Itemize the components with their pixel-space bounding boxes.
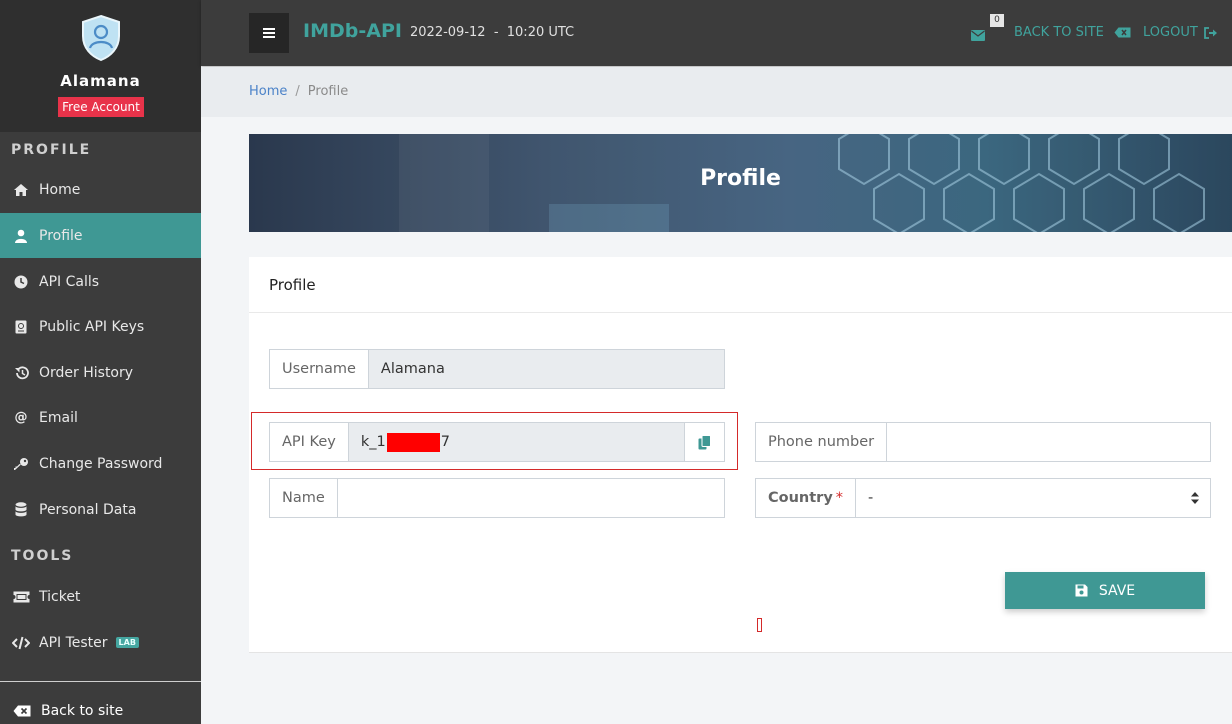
menu-toggle-button[interactable] xyxy=(249,13,289,53)
lab-badge: LAB xyxy=(115,637,139,648)
database-icon xyxy=(12,502,30,518)
phone-input[interactable] xyxy=(887,423,1210,461)
select-arrows-icon[interactable] xyxy=(1180,479,1210,517)
save-icon xyxy=(1075,584,1088,597)
back-to-site-link[interactable]: BACK TO SITE xyxy=(1014,25,1131,40)
sidebar-back-label: Back to site xyxy=(41,703,124,719)
required-asterisk: * xyxy=(835,490,844,506)
hamburger-icon xyxy=(263,28,275,38)
account-type-badge: Free Account xyxy=(58,97,144,117)
sidebar-item-label: Public API Keys xyxy=(39,318,145,335)
back-to-site-label: BACK TO SITE xyxy=(1014,25,1104,40)
copy-button[interactable] xyxy=(684,423,724,461)
sidebar-item-label: Profile xyxy=(39,227,83,244)
sidebar-section-tools: TOOLS xyxy=(11,548,74,564)
name-label: Name xyxy=(270,479,338,517)
backspace-icon xyxy=(1114,27,1131,38)
username-field: Username Alamana xyxy=(269,349,725,389)
key-icon xyxy=(12,456,30,472)
brand-title[interactable]: IMDb-API xyxy=(303,20,402,42)
save-button[interactable]: SAVE xyxy=(1005,572,1205,609)
user-icon xyxy=(12,228,30,244)
sidebar-item-personal-data[interactable]: Personal Data xyxy=(0,487,201,532)
sidebar-item-api-tester[interactable]: API Tester LAB xyxy=(0,620,201,665)
country-label-text: Country xyxy=(768,490,833,506)
sidebar-item-label: Home xyxy=(39,181,81,198)
sign-out-icon xyxy=(1203,26,1218,39)
mail-count-badge: 0 xyxy=(990,14,1004,27)
sidebar-item-ticket[interactable]: Ticket xyxy=(0,574,201,619)
code-icon xyxy=(12,635,30,651)
api-key-input[interactable]: k_1 7 xyxy=(348,423,684,461)
username-input[interactable]: Alamana xyxy=(368,350,724,388)
history-icon xyxy=(12,365,30,381)
country-label: Country * xyxy=(756,479,857,517)
at-icon: @ xyxy=(14,410,28,425)
card-divider xyxy=(249,312,1232,313)
card-title: Profile xyxy=(269,276,316,294)
page-title: Profile xyxy=(700,166,781,191)
sidebar-item-label: API Calls xyxy=(39,273,100,290)
copy-icon xyxy=(698,434,711,449)
server-datetime: 2022-09-12 - 10:20 UTC xyxy=(410,25,575,40)
sidebar-item-label: Ticket xyxy=(39,588,81,605)
username-label: Username xyxy=(270,350,369,388)
logout-link[interactable]: LOGOUT xyxy=(1143,25,1218,40)
logout-label: LOGOUT xyxy=(1143,25,1198,40)
sidebar-item-label: API Tester xyxy=(39,634,108,651)
breadcrumb-current: Profile xyxy=(307,84,349,99)
sidebar: Alamana Free Account PROFILE Home Profil… xyxy=(0,0,201,724)
sidebar-item-email[interactable]: @ Email xyxy=(0,395,201,440)
api-key-suffix: 7 xyxy=(440,434,450,450)
sidebar-item-public-api-keys[interactable]: Public API Keys xyxy=(0,304,201,349)
breadcrumb-separator: / xyxy=(295,84,300,99)
passport-icon xyxy=(12,319,30,335)
country-field: Country * - xyxy=(755,478,1211,518)
top-navbar: IMDb-API 2022-09-12 - 10:20 UTC 0 BACK T… xyxy=(201,0,1232,66)
country-select[interactable]: - xyxy=(856,479,1180,517)
breadcrumb: Home / Profile xyxy=(201,67,1232,117)
sidebar-back-to-site[interactable]: Back to site xyxy=(13,703,123,719)
user-shield-icon xyxy=(82,14,120,62)
sidebar-username: Alamana xyxy=(60,72,141,90)
name-field: Name xyxy=(269,478,725,518)
api-key-label: API Key xyxy=(270,423,349,461)
phone-label: Phone number xyxy=(756,423,888,461)
sidebar-section-profile: PROFILE xyxy=(11,142,92,158)
sidebar-item-home[interactable]: Home xyxy=(0,167,201,212)
sidebar-item-api-calls[interactable]: API Calls xyxy=(0,259,201,304)
sidebar-item-profile[interactable]: Profile xyxy=(0,213,201,258)
sidebar-item-label: Email xyxy=(39,409,78,426)
backspace-icon xyxy=(13,705,31,717)
sidebar-item-change-password[interactable]: Change Password xyxy=(0,441,201,486)
sidebar-item-label: Order History xyxy=(39,364,134,381)
mail-icon[interactable] xyxy=(971,26,985,45)
ticket-icon xyxy=(12,589,30,605)
save-label: SAVE xyxy=(1098,582,1136,599)
api-key-field: API Key k_1 7 xyxy=(269,422,725,462)
sidebar-header: Alamana Free Account xyxy=(0,0,201,132)
country-select-value: - xyxy=(868,490,874,506)
redaction-block xyxy=(386,432,440,452)
breadcrumb-home-link[interactable]: Home xyxy=(249,84,287,99)
home-icon xyxy=(12,182,30,198)
clock-icon xyxy=(12,274,30,290)
sidebar-item-order-history[interactable]: Order History xyxy=(0,350,201,395)
page-banner: Profile xyxy=(249,134,1232,232)
phone-field: Phone number xyxy=(755,422,1211,462)
sidebar-item-label: Change Password xyxy=(39,455,163,472)
api-key-prefix: k_1 xyxy=(360,434,386,450)
sidebar-item-label: Personal Data xyxy=(39,501,137,518)
name-input[interactable] xyxy=(338,479,724,517)
sidebar-divider xyxy=(0,681,201,682)
text-cursor-marker xyxy=(757,618,762,632)
